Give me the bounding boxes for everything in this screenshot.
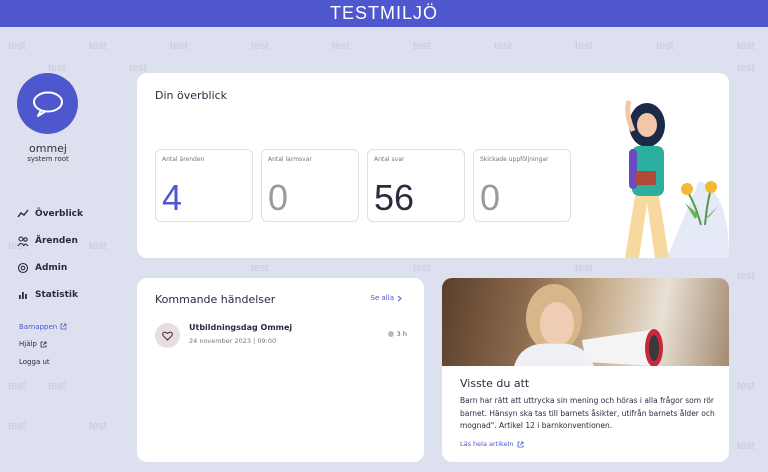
link-label: Barnappen bbox=[19, 322, 58, 331]
sidebar-item-label: Ärenden bbox=[35, 235, 78, 246]
external-link-icon bbox=[40, 341, 47, 348]
see-all-label: Se alla bbox=[370, 294, 394, 302]
logout-link[interactable]: Logga ut bbox=[19, 353, 67, 371]
watermark-text: test bbox=[89, 420, 107, 432]
external-link-icon bbox=[60, 323, 67, 330]
people-icon bbox=[17, 235, 29, 247]
external-link-icon bbox=[517, 441, 524, 448]
stat-card-cases[interactable]: Antal ärenden 4 bbox=[155, 149, 253, 222]
stat-value: 0 bbox=[268, 177, 289, 218]
read-more-label: Läs hela artikeln bbox=[460, 440, 514, 448]
stat-label: Antal svar bbox=[374, 156, 405, 163]
stat-label: Antal larmsvar bbox=[268, 156, 312, 163]
watermark-text: test bbox=[89, 40, 107, 52]
watermark-text: test bbox=[494, 40, 512, 52]
event-name: Utbildningsdag Ommej bbox=[189, 323, 293, 332]
events-title: Kommande händelser bbox=[155, 293, 276, 306]
chevron-right-icon bbox=[397, 295, 402, 302]
event-date: 24 november 2023 bbox=[189, 337, 252, 345]
watermark-text: test bbox=[413, 262, 431, 274]
user-role: system root bbox=[27, 155, 69, 163]
stat-label: Antal ärenden bbox=[162, 156, 205, 163]
sidebar-item-admin[interactable]: Admin bbox=[17, 254, 83, 281]
watermark-text: test bbox=[737, 62, 755, 74]
link-label: Hjälp bbox=[19, 340, 37, 349]
sidebar-item-label: Överblick bbox=[35, 208, 83, 219]
watermark-text: test bbox=[413, 40, 431, 52]
watermark-text: test bbox=[737, 270, 755, 282]
heart-icon bbox=[155, 323, 180, 348]
watermark-text: test bbox=[737, 380, 755, 392]
sidebar-item-label: Statistik bbox=[35, 289, 78, 300]
sidebar-item-cases[interactable]: Ärenden bbox=[17, 227, 83, 254]
bar-chart-icon bbox=[17, 289, 29, 301]
upcoming-events-card: Kommande händelser Se alla Utbildningsda… bbox=[137, 278, 424, 462]
trend-icon bbox=[17, 208, 29, 220]
sidebar-links: Barnappen Hjälp Logga ut bbox=[19, 318, 67, 371]
stat-card-answers[interactable]: Antal svar 56 bbox=[367, 149, 465, 222]
watermark-text: test bbox=[48, 380, 66, 392]
waving-girl-illustration bbox=[625, 100, 729, 258]
overview-card: Din överblick Antal ärenden 4 Antal larm… bbox=[137, 73, 729, 258]
watermark-text: test bbox=[251, 262, 269, 274]
watermark-text: test bbox=[8, 40, 26, 52]
did-you-know-card: Visste du att Barn har rätt att uttrycka… bbox=[442, 278, 729, 462]
watermark-text: test bbox=[170, 40, 188, 52]
watermark-text: test bbox=[656, 40, 674, 52]
sidebar-item-overview[interactable]: Överblick bbox=[17, 200, 83, 227]
stat-label: Skickade uppföljningar bbox=[480, 156, 549, 163]
girl-with-megaphone-photo bbox=[442, 278, 729, 367]
event-item[interactable]: Utbildningsdag Ommej 24 november 2023 | … bbox=[155, 321, 407, 351]
info-title: Visste du att bbox=[460, 377, 530, 390]
link-help[interactable]: Hjälp bbox=[19, 336, 67, 354]
watermark-text: test bbox=[737, 40, 755, 52]
watermark-text: test bbox=[129, 62, 147, 74]
overview-title: Din överblick bbox=[155, 89, 228, 102]
stat-card-followups[interactable]: Skickade uppföljningar 0 bbox=[473, 149, 571, 222]
environment-title: TESTMILJÖ bbox=[329, 3, 438, 23]
sidebar-nav: Överblick Ärenden Admin Statistik bbox=[17, 200, 83, 308]
watermark-text: test bbox=[251, 40, 269, 52]
event-datetime: 24 november 2023 | 09:00 bbox=[189, 337, 276, 345]
read-article-link[interactable]: Läs hela artikeln bbox=[460, 440, 524, 448]
info-body: Barn har rätt att uttrycka sin mening oc… bbox=[460, 396, 715, 430]
watermark-text: test bbox=[332, 40, 350, 52]
watermark-text: test bbox=[8, 420, 26, 432]
event-time: 09:00 bbox=[257, 337, 277, 345]
stat-value: 56 bbox=[374, 177, 415, 218]
watermark-text: test bbox=[575, 40, 593, 52]
settings-icon bbox=[17, 262, 29, 274]
event-duration: 3 h bbox=[387, 330, 407, 338]
photo-illustration bbox=[514, 284, 663, 367]
clock-icon bbox=[387, 331, 394, 337]
speech-bubble-icon bbox=[32, 91, 63, 117]
brand-logo[interactable] bbox=[17, 73, 78, 134]
watermark-text: test bbox=[8, 380, 26, 392]
see-all-link[interactable]: Se alla bbox=[371, 294, 402, 302]
stat-value: 4 bbox=[162, 177, 183, 218]
watermark-text: test bbox=[737, 440, 755, 452]
watermark-text: test bbox=[89, 240, 107, 252]
duration-text: 3 h bbox=[396, 330, 407, 338]
stat-value: 0 bbox=[480, 177, 501, 218]
sidebar-item-statistics[interactable]: Statistik bbox=[17, 281, 83, 308]
link-barnappen[interactable]: Barnappen bbox=[19, 318, 67, 336]
stat-card-alarm-answers[interactable]: Antal larmsvar 0 bbox=[261, 149, 359, 222]
link-label: Logga ut bbox=[19, 357, 50, 366]
environment-banner: TESTMILJÖ bbox=[0, 0, 768, 27]
watermark-text: test bbox=[575, 262, 593, 274]
sidebar-item-label: Admin bbox=[35, 262, 68, 273]
brand-name: ommej bbox=[29, 142, 67, 155]
